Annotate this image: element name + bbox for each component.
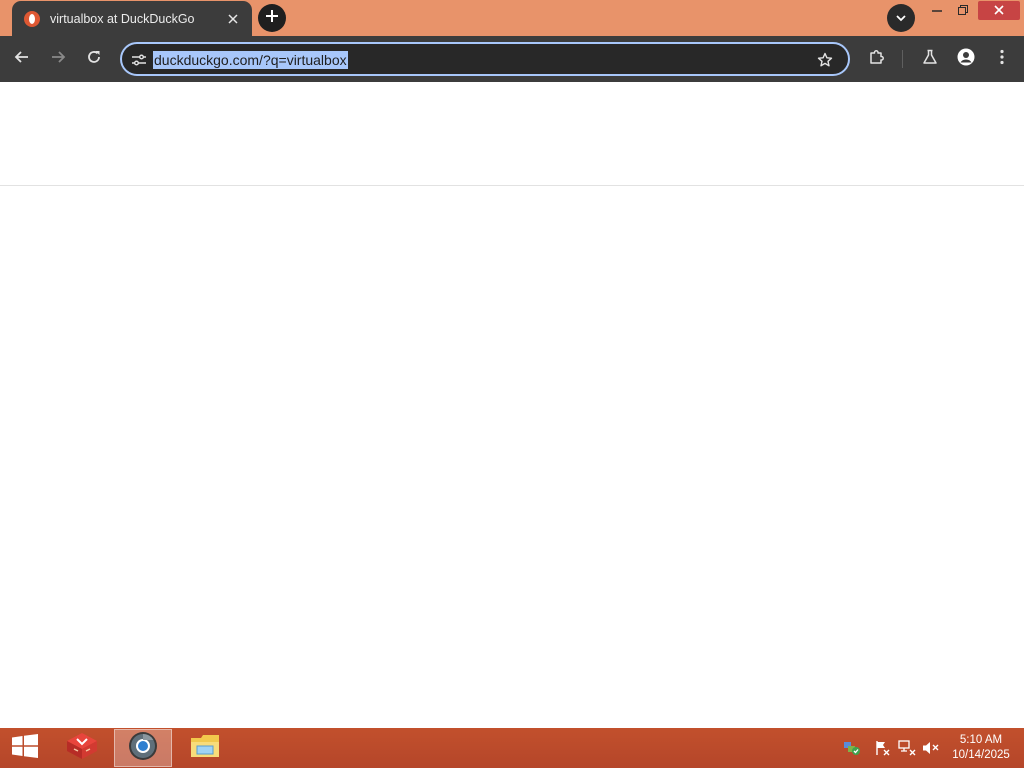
virtualbox-icon xyxy=(65,731,99,766)
url-text[interactable]: duckduckgo.com/?q=virtualbox xyxy=(153,51,348,69)
more-vert-icon xyxy=(1000,49,1004,70)
windows-icon xyxy=(12,733,38,763)
minimize-icon xyxy=(932,2,942,20)
close-icon xyxy=(994,2,1004,20)
new-tab-button[interactable] xyxy=(258,4,286,32)
profile-button[interactable] xyxy=(952,45,980,73)
page-content xyxy=(0,82,1024,728)
volume-muted-icon[interactable] xyxy=(922,740,940,756)
person-icon xyxy=(957,48,975,71)
tab-search-button[interactable] xyxy=(887,4,915,32)
header-divider xyxy=(0,185,1024,186)
taskbar-app-chrome[interactable] xyxy=(114,729,172,767)
security-shield-icon[interactable] xyxy=(843,740,861,756)
address-bar[interactable]: duckduckgo.com/?q=virtualbox xyxy=(120,42,850,76)
arrow-right-icon xyxy=(50,49,66,70)
minimize-button[interactable] xyxy=(926,0,948,22)
tab-title: virtualbox at DuckDuckGo xyxy=(50,11,195,26)
system-clock[interactable]: 5:10 AM 10/14/2025 xyxy=(944,733,1018,763)
star-icon[interactable] xyxy=(814,49,836,71)
chrome-icon xyxy=(127,730,159,767)
close-icon[interactable] xyxy=(224,10,242,28)
taskbar-app-file-explorer[interactable] xyxy=(176,729,234,767)
duckduckgo-icon xyxy=(24,10,40,27)
reload-icon xyxy=(86,49,102,70)
labs-button[interactable] xyxy=(916,45,944,73)
plus-icon xyxy=(265,9,279,28)
restore-icon xyxy=(958,2,968,20)
network-icon[interactable] xyxy=(898,740,916,756)
puzzle-icon xyxy=(868,48,886,71)
extensions-button[interactable] xyxy=(863,45,891,73)
browser-toolbar: duckduckgo.com/?q=virtualbox xyxy=(0,36,1024,82)
tune-icon[interactable] xyxy=(128,49,150,71)
chevron-down-icon xyxy=(896,9,906,27)
forward-button[interactable] xyxy=(44,45,72,73)
file-explorer-icon xyxy=(189,732,221,765)
menu-button[interactable] xyxy=(988,45,1016,73)
taskbar: 5:10 AM 10/14/2025 xyxy=(0,728,1024,768)
restore-button[interactable] xyxy=(952,0,974,22)
window-close-button[interactable] xyxy=(978,1,1020,20)
browser-title-bar: virtualbox at DuckDuckGo xyxy=(0,0,1024,36)
reload-button[interactable] xyxy=(80,45,108,73)
arrow-left-icon xyxy=(14,49,30,70)
start-button[interactable] xyxy=(8,733,42,763)
toolbar-divider xyxy=(902,50,903,68)
flask-icon xyxy=(922,49,938,70)
back-button[interactable] xyxy=(8,45,36,73)
action-center-flag-icon[interactable] xyxy=(873,740,891,756)
browser-tab[interactable]: virtualbox at DuckDuckGo xyxy=(12,1,252,36)
clock-date: 10/14/2025 xyxy=(952,749,1010,761)
taskbar-app-virtualbox[interactable] xyxy=(53,729,111,767)
clock-time: 5:10 AM xyxy=(959,734,1003,746)
